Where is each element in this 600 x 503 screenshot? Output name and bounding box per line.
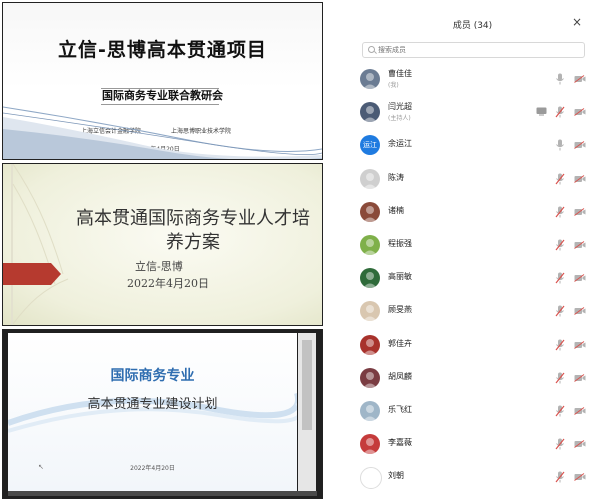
avatar: [360, 102, 380, 123]
slide-2-date: 2022年4月20日: [127, 277, 209, 290]
camera-off-icon[interactable]: [574, 473, 586, 482]
slide-3-subtitle: 高本贯通专业建设计划: [87, 397, 218, 412]
member-name: 诸楠: [388, 205, 404, 215]
camera-off-icon[interactable]: [574, 108, 586, 117]
avatar: [360, 301, 380, 322]
avatar: [360, 69, 380, 89]
camera-off-icon[interactable]: [574, 307, 586, 316]
member-name: 程振强: [388, 239, 412, 248]
slide-2-red-arrow: [3, 263, 61, 285]
member-name: 刘朝: [388, 471, 404, 481]
avatar: [360, 168, 380, 189]
member-row[interactable]: 李嘉薇: [360, 433, 592, 463]
slide-1: 立信-思博高本贯通项目 国际商务专业联合教研会 上海立信会计金融学院 上海思博职…: [2, 2, 323, 160]
microphone-muted-icon[interactable]: [555, 339, 565, 351]
member-name: 胡凤麟: [388, 371, 412, 381]
member-name: 乐飞红: [388, 405, 412, 414]
camera-off-icon[interactable]: [574, 274, 586, 283]
microphone-muted-icon[interactable]: [555, 206, 565, 218]
avatar: [360, 268, 380, 289]
member-panel: 成员 (34) × 曹佳佳 (我) 闫光超 (主持人) 运江 余运江陈涛诸楠程振强高丽敏顾…: [345, 0, 600, 503]
search-icon: [368, 46, 375, 53]
member-name: 高丽敏: [388, 272, 412, 282]
microphone-muted-icon[interactable]: [555, 438, 565, 450]
camera-off-icon[interactable]: [574, 75, 586, 83]
member-row[interactable]: 曹佳佳 (我): [360, 68, 592, 98]
member-row[interactable]: 诸楠: [360, 201, 592, 231]
avatar: 运江: [360, 135, 380, 156]
microphone-icon[interactable]: [555, 73, 565, 85]
microphone-muted-icon[interactable]: [555, 471, 565, 483]
slide-2-leaf-decoration: [12, 164, 69, 325]
microphone-muted-icon[interactable]: [555, 239, 565, 251]
camera-off-icon[interactable]: [574, 440, 586, 449]
member-name: 陈涛: [388, 172, 404, 182]
screen-share-icon[interactable]: [536, 107, 547, 116]
microphone-muted-icon[interactable]: [555, 305, 565, 317]
member-row[interactable]: 胡凤麟: [360, 367, 592, 397]
member-name: 曹佳佳: [388, 69, 412, 78]
microphone-muted-icon[interactable]: [555, 173, 565, 185]
member-name: 李嘉薇: [388, 438, 412, 448]
slide-1-wave-decoration: [3, 106, 322, 159]
member-row[interactable]: 程振强: [360, 234, 592, 264]
microphone-muted-icon[interactable]: [555, 106, 565, 118]
avatar: [360, 201, 380, 222]
member-row[interactable]: 运江 余运江: [360, 134, 592, 164]
member-name: 郭佳卉: [388, 338, 412, 348]
slide-3: 国际商务专业 高本贯通专业建设计划 2022年4月20日 ↖: [2, 329, 323, 499]
microphone-muted-icon[interactable]: [555, 272, 565, 284]
slide-1-title: 立信-思博高本贯通项目: [58, 39, 267, 61]
slide-2-author: 立信-思博: [135, 260, 183, 273]
member-row[interactable]: 陈涛: [360, 168, 592, 198]
taskbar: [8, 491, 317, 496]
camera-off-icon[interactable]: [574, 340, 586, 349]
microphone-muted-icon[interactable]: [555, 405, 565, 417]
slide-3-page: 国际商务专业 高本贯通专业建设计划 2022年4月20日 ↖: [8, 333, 297, 493]
member-row[interactable]: 郭佳卉: [360, 334, 592, 364]
slide-3-title: 国际商务专业: [110, 368, 195, 384]
member-search-input[interactable]: [378, 44, 578, 56]
member-role: (我): [388, 82, 399, 89]
member-row[interactable]: 闫光超 (主持人): [360, 101, 592, 131]
slide-3-wave-decoration: [8, 393, 297, 433]
slide-3-date: 2022年4月20日: [130, 465, 175, 472]
member-panel-title: 成员 (34): [452, 21, 493, 31]
member-row[interactable]: 刘朝: [360, 466, 592, 496]
camera-off-icon[interactable]: [574, 141, 586, 150]
camera-off-icon[interactable]: [574, 407, 586, 415]
microphone-muted-icon[interactable]: [555, 372, 565, 384]
avatar: [360, 367, 380, 388]
slide-2: 高本贯通国际商务专业人才培养方案 立信-思博 2022年4月20日: [2, 163, 323, 326]
member-search-box[interactable]: [362, 42, 585, 58]
avatar: [360, 334, 380, 355]
microphone-icon[interactable]: [555, 139, 565, 151]
avatar: [360, 434, 380, 455]
member-row[interactable]: 顾旻燕: [360, 300, 592, 330]
member-name: 余运江: [388, 139, 412, 149]
cursor-icon: ↖: [38, 463, 44, 471]
avatar: [360, 235, 380, 255]
member-role: (主持人): [388, 115, 411, 123]
avatar: [360, 401, 380, 421]
member-name: 闫光超: [388, 102, 412, 112]
avatar: [360, 467, 382, 490]
close-icon[interactable]: ×: [572, 15, 582, 29]
camera-off-icon[interactable]: [574, 207, 586, 216]
camera-off-icon[interactable]: [574, 174, 586, 183]
member-name: 顾旻燕: [388, 305, 412, 315]
member-row[interactable]: 乐飞红: [360, 400, 592, 430]
camera-off-icon[interactable]: [574, 241, 586, 249]
avatar-initials: 运江: [363, 141, 377, 150]
scrollbar-thumb[interactable]: [302, 340, 312, 430]
camera-off-icon[interactable]: [574, 373, 586, 382]
shared-slides-area: 立信-思博高本贯通项目 国际商务专业联合教研会 上海立信会计金融学院 上海思博职…: [0, 0, 325, 503]
slide-2-title: 高本贯通国际商务专业人才培养方案: [76, 208, 310, 253]
member-row[interactable]: 高丽敏: [360, 267, 592, 297]
